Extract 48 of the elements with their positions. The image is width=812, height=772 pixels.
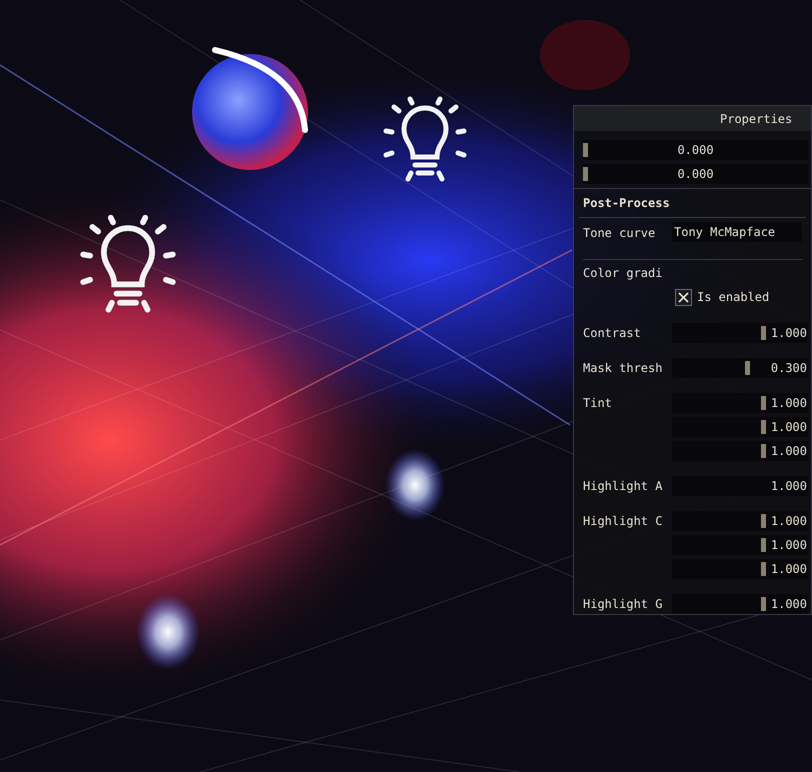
slider-thumb[interactable] <box>761 538 766 552</box>
slider-value: 1.000 <box>770 537 807 554</box>
field-label: Contrast <box>583 325 642 342</box>
slider[interactable]: 1.000 <box>672 417 808 437</box>
slider-thumb[interactable] <box>761 420 766 434</box>
slider[interactable]: 1.000 <box>672 559 808 579</box>
slider-value: 0.000 <box>677 166 714 183</box>
slider-value: 1.000 <box>770 395 807 412</box>
slider-thumb[interactable] <box>761 396 766 410</box>
field-label: Color gradi <box>583 265 664 282</box>
slider-thumb[interactable] <box>761 562 766 576</box>
field-label: Tone curve <box>583 225 656 242</box>
slider-value: 1.000 <box>770 596 807 613</box>
slider-thumb[interactable] <box>761 514 766 528</box>
section-header: Post-Process <box>583 195 671 212</box>
checkbox-label: Is enabled <box>697 289 770 306</box>
slider[interactable]: 0.300 <box>672 358 808 378</box>
slider-thumb[interactable] <box>583 167 588 181</box>
slider-thumb[interactable] <box>745 361 750 375</box>
slider-thumb[interactable] <box>761 597 766 611</box>
field-label: Highlight C <box>583 513 664 530</box>
slider-value: 1.000 <box>770 325 807 342</box>
field-value: 1.000 <box>770 478 807 495</box>
slider-thumb[interactable] <box>583 143 588 157</box>
slider-value: 1.000 <box>770 561 807 578</box>
slider-value: 0.000 <box>677 142 714 159</box>
slider[interactable]: 1.000 <box>672 393 808 413</box>
checkbox[interactable] <box>675 288 692 306</box>
slider[interactable]: 1.000 <box>672 594 808 614</box>
slider-value: 1.000 <box>770 443 807 460</box>
slider-thumb[interactable] <box>761 326 766 340</box>
field-label: Tint <box>583 395 613 412</box>
field-label: Mask thresh <box>583 360 664 377</box>
slider[interactable]: 1.000 <box>672 511 808 531</box>
tone-curve-dropdown[interactable]: Tony McMapface <box>672 222 802 242</box>
field-label: Highlight A <box>583 478 664 495</box>
panel-title: Properties <box>574 106 811 131</box>
slider[interactable]: 1.000 <box>672 323 808 343</box>
slider-value: 1.000 <box>770 419 807 436</box>
slider-value: 1.000 <box>770 513 807 530</box>
slider-thumb[interactable] <box>761 444 766 458</box>
number-field[interactable]: 1.000 <box>672 476 808 496</box>
slider[interactable]: 0.000 <box>583 164 808 184</box>
slider-value: 0.300 <box>770 360 807 377</box>
slider[interactable]: 1.000 <box>672 535 808 555</box>
slider[interactable]: 0.000 <box>583 140 808 160</box>
slider[interactable]: 1.000 <box>672 441 808 461</box>
field-label: Highlight G <box>583 596 664 613</box>
